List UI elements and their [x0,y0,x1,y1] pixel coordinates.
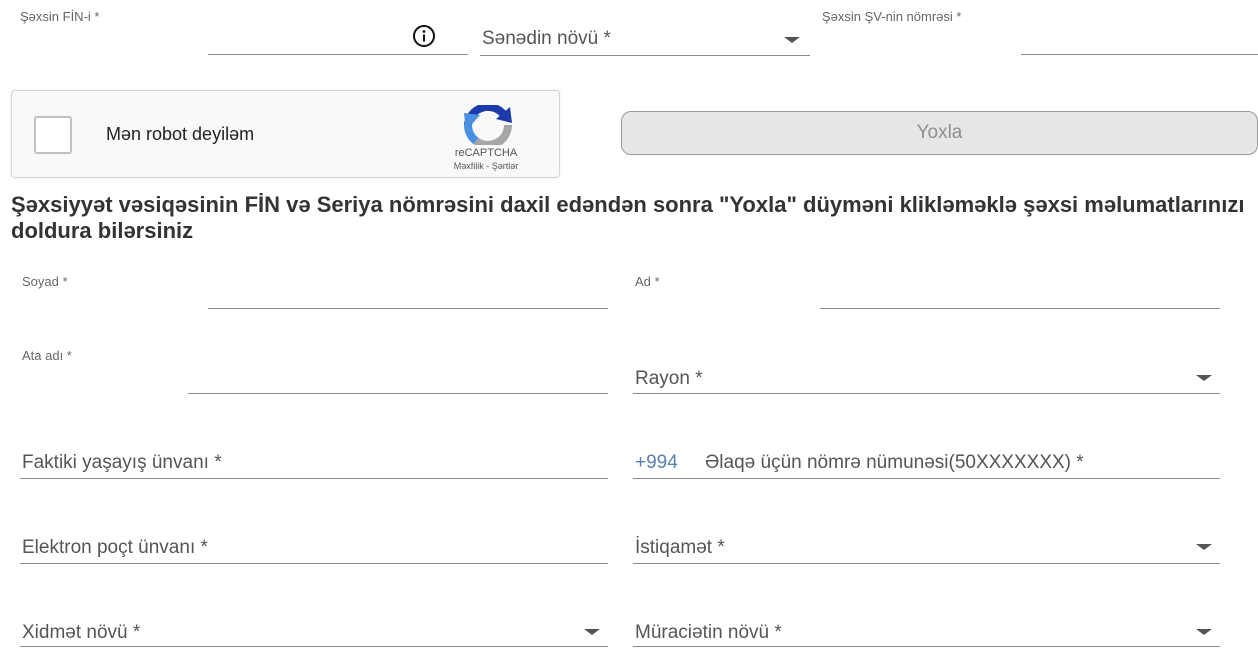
fin-input[interactable] [208,54,468,55]
phone-prefix: +994 [635,452,678,473]
chevron-down-icon [784,37,800,43]
address-placeholder: Faktiki yaşayış ünvanı * [22,452,222,473]
phone-underline [633,478,1220,479]
id-number-input[interactable] [1021,54,1258,55]
info-text: Şəxsiyyət vəsiqəsinin FİN və Seriya nömr… [11,192,1245,243]
surname-label: Soyad * [22,274,68,289]
chevron-down-icon [584,629,600,635]
surname-input[interactable] [208,308,608,309]
application-type-select[interactable]: Müraciətin növü * [633,616,1220,648]
recaptcha-logo-icon [456,102,520,149]
info-icon[interactable] [412,24,436,48]
recaptcha-checkbox-label: Mən robot deyiləm [106,124,255,144]
service-type-underline [20,646,608,647]
email-underline [20,563,608,564]
district-underline [633,393,1220,394]
application-type-underline [633,646,1220,647]
address-underline [20,478,608,479]
check-button-label: Yoxla [916,122,963,143]
chevron-down-icon [1196,375,1212,381]
address-input[interactable]: Faktiki yaşayış ünvanı * [20,446,608,480]
recaptcha-terms-link[interactable]: Şərtlər [492,161,519,171]
chevron-down-icon [1196,544,1212,550]
direction-placeholder: İstiqamət * [635,537,725,558]
email-placeholder: Elektron poçt ünvanı * [22,537,208,558]
direction-underline [633,563,1220,564]
recaptcha-widget: Mən robot deyiləm reCAPTCHA Məxfilik - Ş… [11,90,560,178]
name-label: Ad * [635,274,660,289]
recaptcha-link-separator: - [483,161,492,171]
document-type-placeholder: Sənədin növü * [482,28,611,49]
direction-select[interactable]: İstiqamət * [633,531,1220,565]
check-button[interactable]: Yoxla [621,111,1258,155]
recaptcha-privacy-link[interactable]: Məxfilik [454,161,484,171]
phone-input[interactable]: +994 Əlaqə üçün nömrə nümunəsi(50XXXXXXX… [633,446,1220,480]
service-type-placeholder: Xidmət növü * [22,622,141,643]
email-input[interactable]: Elektron poçt ünvanı * [20,531,608,565]
fin-label: Şəxsin FİN-i * [20,9,100,24]
document-type-underline [480,55,810,56]
name-input[interactable] [820,308,1220,309]
district-placeholder: Rayon * [635,368,703,389]
patronymic-label: Ata adı * [22,348,72,363]
service-type-select[interactable]: Xidmət növü * [20,616,608,648]
chevron-down-icon [1196,629,1212,635]
recaptcha-links: Məxfilik - Şərtlər [426,161,546,171]
recaptcha-brand: reCAPTCHA [454,147,518,159]
district-select[interactable]: Rayon * [633,360,1220,394]
patronymic-input[interactable] [188,393,608,394]
recaptcha-checkbox[interactable] [34,116,72,154]
id-number-label: Şəxsin ŞV-nin nömrəsi * [822,9,962,24]
document-type-select[interactable]: Sənədin növü * [480,24,810,56]
application-type-placeholder: Müraciətin növü * [635,622,782,643]
phone-placeholder: Əlaqə üçün nömrə nümunəsi(50XXXXXXX) * [705,452,1084,473]
